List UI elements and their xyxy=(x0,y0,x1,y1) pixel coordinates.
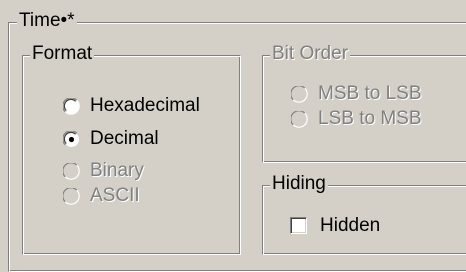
radio-disabled-icon xyxy=(291,86,308,103)
radio-decimal-label: Decimal xyxy=(90,128,159,149)
radio-unchecked-icon xyxy=(63,98,80,115)
radio-binary-label: Binary xyxy=(90,160,144,181)
format-groupbox: Format xyxy=(22,44,241,255)
format-groupbox-title: Format xyxy=(30,43,95,64)
radio-msb-to-lsb-label: MSB to LSB xyxy=(318,83,422,104)
radio-lsb-to-msb-label: LSB to MSB xyxy=(318,108,422,129)
radio-hexadecimal-label: Hexadecimal xyxy=(90,95,200,116)
radio-checked-icon xyxy=(63,131,80,148)
format-groupbox-border xyxy=(22,55,241,255)
checkbox-unchecked-icon xyxy=(290,217,307,234)
bit-order-groupbox-title: Bit Order xyxy=(270,43,351,64)
radio-disabled-icon xyxy=(63,163,80,180)
radio-disabled-icon xyxy=(291,111,308,128)
hiding-groupbox-title: Hiding xyxy=(270,173,328,194)
hidden-checkbox-label: Hidden xyxy=(320,215,381,236)
radio-ascii-label: ASCII xyxy=(90,185,140,206)
time-groupbox-title: Time•* xyxy=(17,10,77,31)
radio-disabled-icon xyxy=(63,188,80,205)
